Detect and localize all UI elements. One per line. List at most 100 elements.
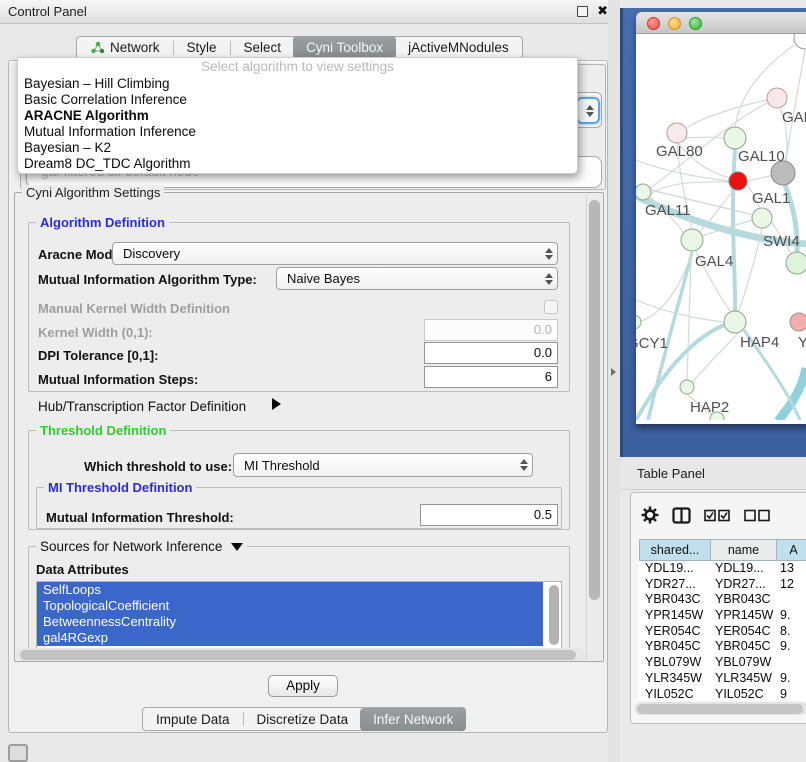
kernel-width-field[interactable]: 0.0: [424, 319, 558, 341]
attribute-item-selected[interactable]: BetweennessCentrality: [37, 614, 543, 630]
attribute-item-selected[interactable]: SelfLoops: [37, 582, 543, 598]
network-node-y[interactable]: [790, 313, 806, 331]
deselect-all-icon[interactable]: [744, 509, 771, 522]
sources-legend[interactable]: Sources for Network Inference: [36, 539, 247, 554]
network-node-gcy1[interactable]: [636, 315, 641, 329]
table-cell: 9.: [777, 639, 806, 655]
network-node-swi4[interactable]: [786, 252, 806, 274]
network-node[interactable]: [771, 161, 795, 185]
table-row[interactable]: YLR345WYLR345W9.: [639, 671, 806, 687]
which-threshold-combo[interactable]: MI Threshold: [233, 453, 533, 477]
network-node-gal11[interactable]: [636, 184, 651, 200]
tab-network[interactable]: Network: [77, 37, 173, 58]
algorithm-option[interactable]: Dream8 DC_TDC Algorithm: [18, 156, 577, 172]
algorithm-option[interactable]: ARACNE Algorithm: [18, 108, 577, 124]
network-node-gal[interactable]: [767, 88, 787, 108]
network-edge[interactable]: [651, 182, 729, 194]
field-value: 0.0: [534, 322, 552, 337]
manual-kernel-checkbox[interactable]: [544, 300, 558, 314]
network-node-hap2[interactable]: [680, 380, 694, 394]
algorithm-option[interactable]: Bayesian – K2: [18, 140, 577, 156]
tab-jactivemnodules[interactable]: jActiveMNodules: [395, 37, 522, 58]
node-label: HAP2: [690, 399, 729, 416]
algorithm-definition-legend: Algorithm Definition: [36, 215, 169, 230]
list-scrollbar[interactable]: [549, 585, 559, 645]
table-row[interactable]: YDL19...YDL19...13: [639, 561, 806, 577]
network-edge[interactable]: [778, 368, 806, 420]
network-node-gal1[interactable]: [752, 208, 772, 228]
attribute-item-selected[interactable]: TopologicalCoefficient: [37, 598, 543, 614]
table-cell: YBL079W: [711, 655, 777, 671]
tab-cyni-toolbox[interactable]: Cyni Toolbox: [293, 36, 396, 59]
table-cell: 9.: [777, 671, 806, 687]
table-row[interactable]: YDR27...YDR27...12: [639, 577, 806, 593]
column-header-partial[interactable]: A: [777, 539, 806, 561]
close-traffic-light-icon[interactable]: [647, 17, 660, 30]
table-row[interactable]: YBL079WYBL079W: [639, 655, 806, 671]
tab-infer-network[interactable]: Infer Network: [360, 708, 466, 731]
network-node-gal10[interactable]: [724, 127, 746, 149]
tab-impute-data[interactable]: Impute Data: [143, 709, 243, 730]
combo-spinner-focused[interactable]: [576, 97, 600, 124]
network-node-gal80[interactable]: [667, 123, 687, 143]
node-label: SWI4: [763, 233, 800, 250]
table-row[interactable]: YPR145WYPR145W9.: [639, 608, 806, 624]
column-header-shared[interactable]: shared...: [639, 539, 711, 561]
popup-placeholder: Select algorithm to view settings: [18, 58, 577, 76]
network-window-titlebar[interactable]: [636, 12, 806, 34]
scrollbar-thumb[interactable]: [637, 704, 803, 714]
node-label: HAP4: [740, 334, 779, 351]
table-row[interactable]: YBR045CYBR045C9.: [639, 639, 806, 655]
close-icon[interactable]: ✖: [597, 3, 608, 19]
dpi-tolerance-field[interactable]: 0.0: [424, 342, 558, 364]
scrollbar-thumb[interactable]: [589, 200, 600, 600]
minimize-traffic-light-icon[interactable]: [668, 17, 681, 30]
column-header-name[interactable]: name: [711, 539, 777, 561]
data-attributes-list[interactable]: SelfLoopsTopologicalCoefficientBetweenne…: [36, 581, 562, 650]
which-threshold-label: Which threshold to use:: [84, 459, 232, 474]
table-row[interactable]: YER054CYER054C8.: [639, 624, 806, 640]
algorithm-option[interactable]: Bayesian – Hill Climbing: [18, 76, 577, 92]
network-window[interactable]: GALGAL80GAL10GAL1GAL11SWI4GAL4GCY1HAP4YH…: [636, 12, 806, 424]
mi-steps-field[interactable]: 6: [424, 366, 558, 388]
columns-icon[interactable]: [672, 507, 691, 524]
aracne-mode-combo[interactable]: Discovery: [112, 242, 558, 265]
network-edge[interactable]: [687, 98, 777, 128]
network-node-gal4[interactable]: [681, 229, 703, 251]
zoom-traffic-light-icon[interactable]: [689, 17, 702, 30]
tab-style[interactable]: Style: [174, 37, 230, 58]
mi-threshold-field[interactable]: 0.5: [420, 504, 558, 526]
minimized-window-icon[interactable]: [8, 744, 28, 762]
panel-divider[interactable]: [608, 0, 620, 762]
table-row[interactable]: YIL052CYIL052C9: [639, 687, 806, 702]
attribute-item-selected[interactable]: gal4RGexp: [37, 630, 543, 646]
network-edge[interactable]: [685, 137, 724, 138]
network-icon: [90, 41, 105, 54]
mi-type-combo[interactable]: Naive Bayes: [276, 267, 558, 290]
algorithm-option[interactable]: Mutual Information Inference: [18, 124, 577, 140]
settings-horizontal-scrollbar[interactable]: [16, 648, 586, 661]
network-node[interactable]: [794, 34, 806, 49]
table-row[interactable]: YBR043CYBR043C: [639, 592, 806, 608]
gear-icon[interactable]: [641, 506, 659, 524]
network-edge[interactable]: [786, 49, 805, 161]
apply-button[interactable]: Apply: [268, 675, 338, 697]
network-node[interactable]: [729, 172, 747, 190]
network-canvas[interactable]: GALGAL80GAL10GAL1GAL11SWI4GAL4GCY1HAP4YH…: [636, 34, 806, 420]
table-cell: 8.: [777, 624, 806, 640]
collapsed-arrow-icon[interactable]: [272, 398, 281, 410]
tab-discretize-data[interactable]: Discretize Data: [244, 709, 362, 730]
divider-grabber-icon[interactable]: [611, 368, 616, 376]
hub-section-label[interactable]: Hub/Transcription Factor Definition: [38, 399, 246, 414]
settings-vertical-scrollbar[interactable]: [586, 194, 601, 660]
node-label: GAL11: [645, 202, 691, 219]
tab-select[interactable]: Select: [231, 37, 295, 58]
scrollbar-thumb[interactable]: [20, 650, 576, 660]
table-cell: YDL19...: [711, 561, 777, 577]
tab-label: Select: [244, 40, 282, 55]
select-all-icon[interactable]: [704, 509, 731, 522]
network-node-hap4[interactable]: [724, 311, 746, 333]
table-horizontal-scrollbar[interactable]: [635, 702, 806, 715]
float-window-icon[interactable]: [577, 6, 588, 17]
algorithm-option[interactable]: Basic Correlation Inference: [18, 92, 577, 108]
